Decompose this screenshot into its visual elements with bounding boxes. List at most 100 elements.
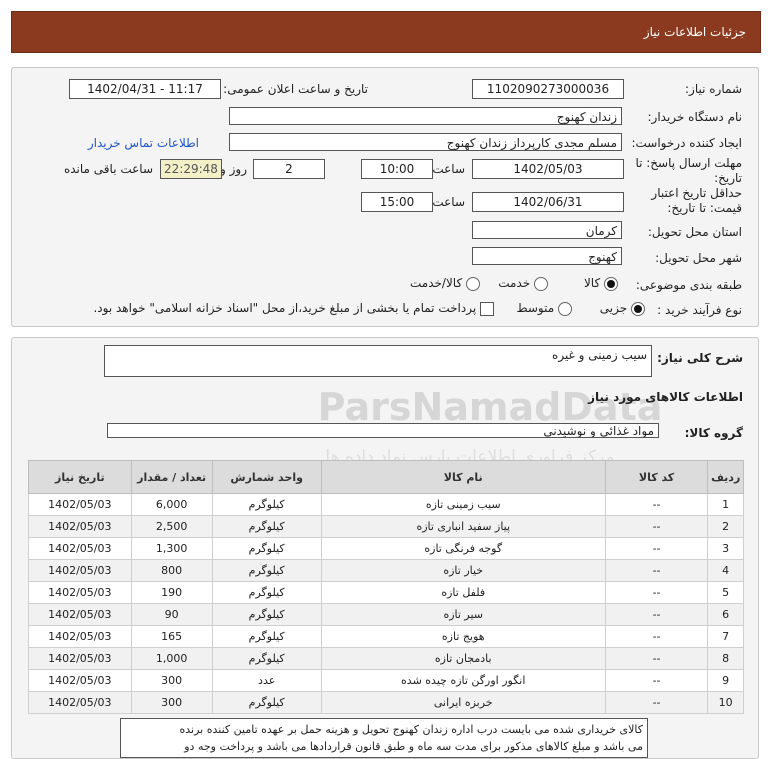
- table-row[interactable]: 4 -- خیار تازه کیلوگرم 800 1402/05/03: [28, 559, 744, 582]
- deadline-date-field[interactable]: 1402/05/03: [472, 159, 624, 179]
- announce-field[interactable]: 1402/04/31 - 11:17: [69, 79, 221, 99]
- col-row: ردیف: [707, 460, 744, 494]
- process-option-medium-label: متوسط: [516, 301, 555, 315]
- col-qty: تعداد / مقدار: [130, 460, 213, 494]
- cell-name: پیاز سفید انباری تازه: [320, 515, 606, 538]
- buyer-org-field[interactable]: زندان کهنوج: [229, 107, 622, 125]
- cell-name: سیب زمینی تازه: [320, 493, 606, 516]
- cell-code: --: [604, 537, 709, 560]
- process-label: نوع فرآیند خرید :: [657, 303, 742, 317]
- cell-unit: کیلوگرم: [211, 537, 322, 560]
- cell-row: 9: [707, 669, 744, 692]
- cell-unit: کیلوگرم: [211, 625, 322, 648]
- validity-time-label: ساعت: [432, 195, 465, 209]
- cell-date: 1402/05/03: [28, 581, 132, 604]
- table-row[interactable]: 3 -- گوجه فرنگی تازه کیلوگرم 1,300 1402/05/03: [28, 537, 744, 560]
- cell-date: 1402/05/03: [28, 691, 132, 714]
- cell-date: 1402/05/03: [28, 537, 132, 560]
- cell-name: گوجه فرنگی تازه: [320, 537, 606, 560]
- cell-code: --: [604, 625, 709, 648]
- cell-name: هویج تازه: [320, 625, 606, 648]
- summary-field[interactable]: سیب زمینی و غیره: [104, 345, 652, 377]
- province-field[interactable]: کرمان: [472, 221, 622, 239]
- table-row[interactable]: 7 -- هویج تازه کیلوگرم 165 1402/05/03: [28, 625, 744, 648]
- cell-qty: 800: [130, 559, 213, 582]
- cell-row: 4: [707, 559, 744, 582]
- radio-minor[interactable]: [631, 301, 645, 316]
- radio-medium[interactable]: [558, 301, 572, 316]
- cell-row: 3: [707, 537, 744, 560]
- validity-label: حداقل تاریخ اعتبار: [651, 186, 742, 200]
- cell-date: 1402/05/03: [28, 647, 132, 670]
- deadline-time-field[interactable]: 10:00: [361, 159, 433, 179]
- category-option-service[interactable]: خدمت: [498, 276, 548, 291]
- cell-name: خربزه ایرانی: [320, 691, 606, 714]
- table-row[interactable]: 10 -- خربزه ایرانی کیلوگرم 300 1402/05/03: [28, 691, 744, 714]
- process-option-minor[interactable]: جزیی: [600, 301, 645, 316]
- col-name: نام کالا: [320, 460, 606, 494]
- table-row[interactable]: 2 -- پیاز سفید انباری تازه کیلوگرم 2,500 1402…: [28, 515, 744, 538]
- cell-date: 1402/05/03: [28, 559, 132, 582]
- table-row[interactable]: 5 -- فلفل تازه کیلوگرم 190 1402/05/03: [28, 581, 744, 604]
- creator-field[interactable]: مسلم مجدی کارپرداز زندان کهنوج: [229, 133, 622, 151]
- cell-code: --: [604, 581, 709, 604]
- note-line-1: کالای خریداری شده می بایست درب اداره زند…: [179, 723, 643, 736]
- cell-name: خیار تازه: [320, 559, 606, 582]
- cell-code: --: [604, 493, 709, 516]
- contact-buyer-link[interactable]: اطلاعات تماس خریدار: [88, 136, 199, 150]
- cell-unit: کیلوگرم: [211, 581, 322, 604]
- validity-label-date: قیمت: تا تاریخ:: [667, 201, 742, 215]
- table-row[interactable]: 9 -- انگور اورگن تازه چیده شده عدد 300 1402/0…: [28, 669, 744, 692]
- category-option-both-label: کالا/خدمت: [409, 276, 463, 290]
- radio-both[interactable]: [466, 276, 480, 291]
- deadline-label: مهلت ارسال پاسخ: تا: [635, 156, 742, 170]
- cell-code: --: [604, 559, 709, 582]
- group-field[interactable]: مواد غذائی و نوشیدنی: [107, 423, 659, 438]
- cell-row: 10: [707, 691, 744, 714]
- days-label: روز و: [220, 162, 247, 176]
- col-code: کد کالا: [604, 460, 709, 494]
- cell-unit: عدد: [211, 669, 322, 692]
- treasury-option[interactable]: پرداخت تمام یا بخشی از مبلغ خرید،از محل …: [93, 301, 494, 316]
- summary-label: شرح کلی نیاز:: [657, 351, 743, 365]
- cell-qty: 2,500: [130, 515, 213, 538]
- cell-unit: کیلوگرم: [211, 647, 322, 670]
- announce-label: تاریخ و ساعت اعلان عمومی:: [223, 82, 368, 96]
- cell-name: انگور اورگن تازه چیده شده: [320, 669, 606, 692]
- process-option-medium[interactable]: متوسط: [516, 301, 572, 316]
- radio-goods[interactable]: [604, 276, 618, 291]
- cell-qty: 6,000: [130, 493, 213, 516]
- city-field[interactable]: کهنوج: [472, 247, 622, 265]
- deadline-time-label: ساعت: [432, 162, 465, 176]
- validity-date-field[interactable]: 1402/06/31: [472, 192, 624, 212]
- radio-service[interactable]: [534, 276, 548, 291]
- days-field[interactable]: 2: [253, 159, 325, 179]
- cell-code: --: [604, 669, 709, 692]
- col-date: تاریخ نیاز: [28, 460, 132, 494]
- remaining-label: ساعت باقی مانده: [63, 162, 153, 176]
- category-option-both[interactable]: کالا/خدمت: [410, 276, 480, 291]
- table-row[interactable]: 1 -- سیب زمینی تازه کیلوگرم 6,000 1402/05/03: [28, 493, 744, 516]
- note-line-2: می باشد و مبلغ کالاهای مذکور برای مدت سه…: [184, 740, 643, 753]
- treasury-checkbox[interactable]: [480, 301, 494, 316]
- cell-name: فلفل تازه: [320, 581, 606, 604]
- process-option-minor-label: جزیی: [599, 301, 628, 315]
- cell-qty: 90: [130, 603, 213, 626]
- remaining-time-field: 22:29:48: [160, 159, 222, 179]
- table-row[interactable]: 8 -- بادمجان تازه کیلوگرم 1,000 1402/05/03: [28, 647, 744, 670]
- need-number-field[interactable]: 1102090273000036: [472, 79, 624, 99]
- province-label: استان محل تحویل:: [647, 225, 742, 239]
- table-row[interactable]: 6 -- سیر تازه کیلوگرم 90 1402/05/03: [28, 603, 744, 626]
- creator-label: ایجاد کننده درخواست:: [631, 136, 742, 150]
- cell-qty: 1,000: [130, 647, 213, 670]
- validity-time-field[interactable]: 15:00: [361, 192, 433, 212]
- cell-name: بادمجان تازه: [320, 647, 606, 670]
- cell-unit: کیلوگرم: [211, 603, 322, 626]
- cell-row: 2: [707, 515, 744, 538]
- cell-row: 8: [707, 647, 744, 670]
- note-box[interactable]: کالای خریداری شده می بایست درب اداره زند…: [120, 718, 648, 758]
- cell-date: 1402/05/03: [28, 515, 132, 538]
- cell-qty: 165: [130, 625, 213, 648]
- cell-code: --: [604, 603, 709, 626]
- category-option-goods[interactable]: کالا: [584, 276, 618, 291]
